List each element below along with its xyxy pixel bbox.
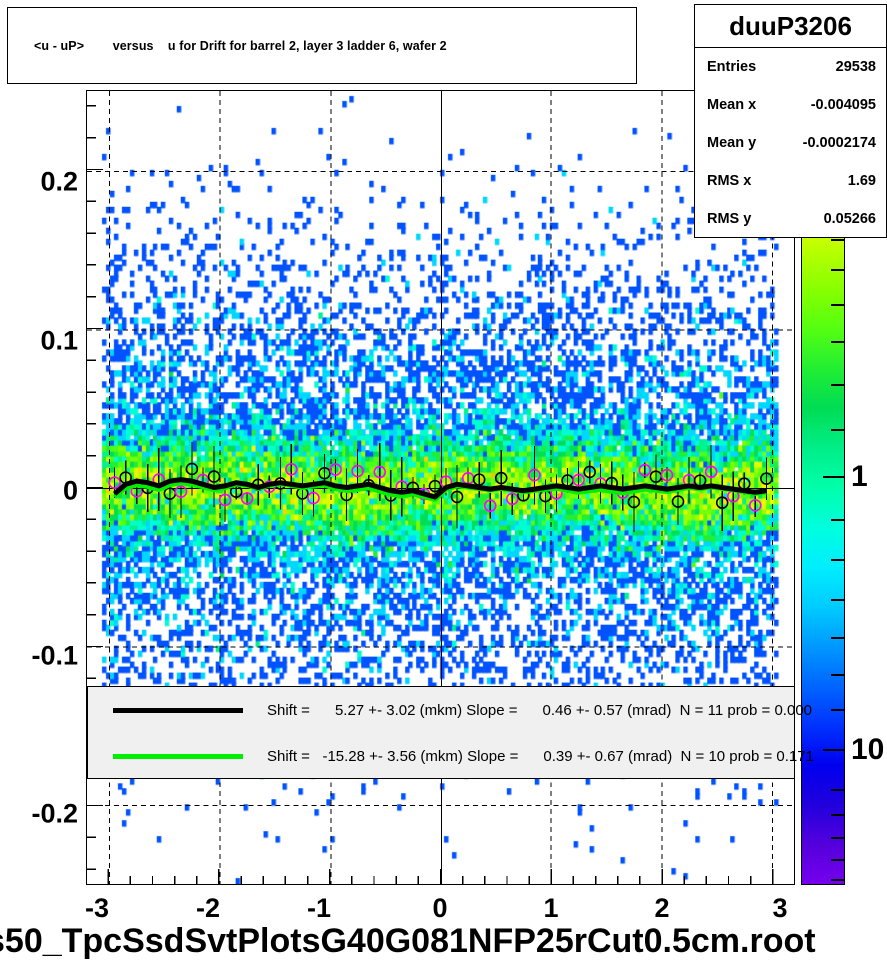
x-tick-label: -1 [306,893,332,923]
plot-title: <u - uP> versus u for Drift for barrel 2… [34,38,447,53]
stats-row-rms-x: RMS x 1.69 [695,162,886,200]
stats-label: RMS y [707,211,752,227]
legend-label-green: Shift = -15.28 +- 3.56 (mkm) Slope = 0.3… [267,747,814,765]
stats-value: 0.05266 [823,211,876,227]
stats-label: Mean y [707,135,757,151]
stats-value: 1.69 [847,173,876,189]
root-filename: s50_TpcSsdSvtPlotsG40G081NFP25rCut0.5cm.… [0,922,816,960]
statistics-box: duuP3206 Entries 29538 Mean x -0.004095 … [694,4,887,238]
legend-line-black [113,707,243,713]
legend-entry-green: Shift = -15.28 +- 3.56 (mkm) Slope = 0.3… [88,733,814,779]
x-tick-label: 3 [772,893,788,923]
x-tick-label: 1 [543,893,559,923]
x-tick-label: 2 [654,893,670,923]
legend-label-black: Shift = 5.27 +- 3.02 (mkm) Slope = 0.46 … [267,701,813,719]
stats-value: -0.004095 [810,97,876,113]
title-box: <u - uP> versus u for Drift for barrel 2… [7,7,637,84]
x-tick-label: -3 [84,893,110,923]
stats-value: 29538 [835,59,876,75]
x-tick-label: -2 [195,893,221,923]
palette-label-1: 1 [851,460,868,493]
stats-label: RMS x [707,173,752,189]
y-tick-label: 0 [62,475,78,506]
stats-histogram-name: duuP3206 [695,5,886,48]
stats-row-mean-x: Mean x -0.004095 [695,86,886,124]
stats-label: Entries [707,59,757,75]
stats-row-entries: Entries 29538 [695,48,886,86]
x-tick-label: 0 [432,893,448,923]
stats-label: Mean x [707,97,757,113]
legend-entry-black: Shift = 5.27 +- 3.02 (mkm) Slope = 0.46 … [88,687,812,733]
root-canvas: <u - uP> versus u for Drift for barrel 2… [0,0,887,980]
y-tick-label: 0.1 [40,325,78,356]
y-tick-label: -0.2 [31,798,78,829]
y-tick-label: 0.2 [40,166,78,197]
stats-row-rms-y: RMS y 0.05266 [695,200,886,238]
fit-legend: Shift = 5.27 +- 3.02 (mkm) Slope = 0.46 … [87,686,814,779]
stats-value: -0.0002174 [802,135,876,151]
y-tick-label: -0.1 [31,640,78,671]
stats-row-mean-y: Mean y -0.0002174 [695,124,886,162]
legend-line-green [113,753,243,759]
palette-label-10: 10 [851,733,885,766]
